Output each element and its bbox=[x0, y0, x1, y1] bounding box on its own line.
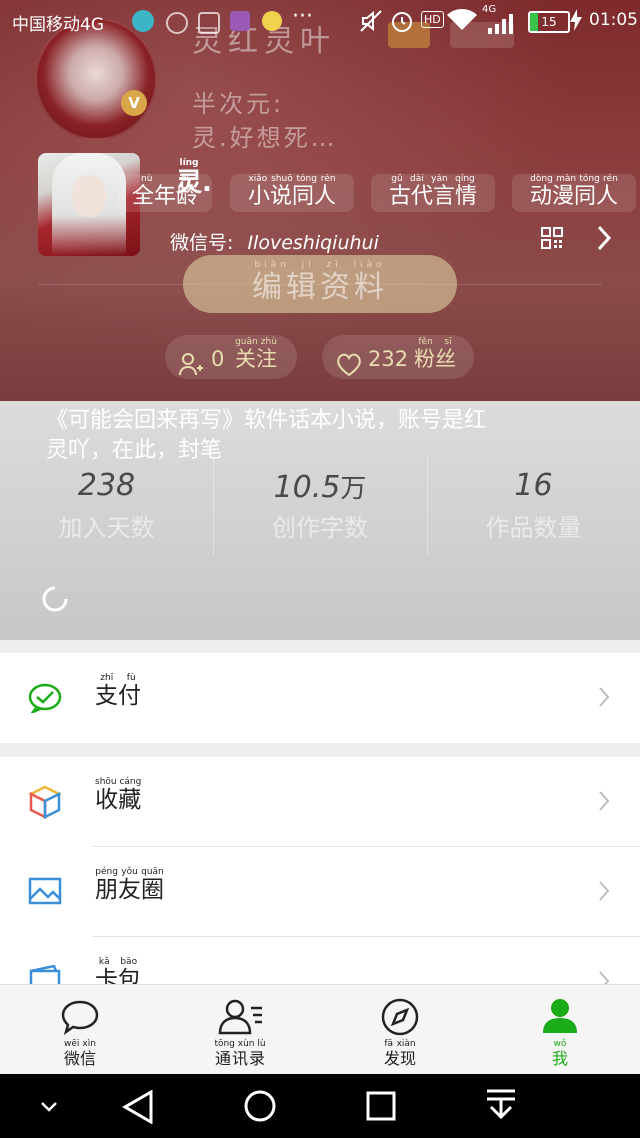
tab-me[interactable]: 我wǒ bbox=[480, 985, 640, 1075]
notice-line2: 灵吖，在此，封笔 bbox=[46, 438, 223, 463]
wifi-icon bbox=[446, 8, 478, 37]
stat-join-days-label: 加入天数 bbox=[58, 514, 155, 542]
fans-button[interactable]: 232 粉丝fěn sī bbox=[322, 335, 474, 379]
heart-icon bbox=[336, 346, 362, 394]
wechat-id-row[interactable]: 微信号: Iloveshiqiuhui bbox=[170, 228, 379, 255]
tab-discover[interactable]: 发现fā xiàn bbox=[320, 985, 480, 1075]
clock: 01:05 bbox=[589, 10, 638, 30]
contacts-icon bbox=[218, 998, 264, 1040]
chat-bubble-icon bbox=[61, 999, 99, 1039]
tab-wechat[interactable]: 微信wēi xìn bbox=[0, 985, 160, 1075]
tag-all-ages[interactable]: 全年龄nù dì bbox=[118, 174, 212, 212]
card-icon bbox=[28, 964, 62, 984]
tab-label-me: 我wǒ bbox=[551, 1039, 568, 1068]
stat-join-days-value: 238 bbox=[77, 468, 136, 503]
menu-label-pay: 支付zhī fù bbox=[95, 673, 141, 709]
menu-item-cards[interactable]: 卡包kǎ bāo bbox=[0, 937, 640, 984]
more-notifications-icon: ··· bbox=[292, 4, 313, 29]
following-label: 关注guān zhù bbox=[235, 337, 277, 371]
status-bar: 中国移动4G ··· HD 4G 15 01:05 bbox=[0, 0, 640, 46]
moon-app-icon bbox=[132, 10, 154, 32]
signal-icon bbox=[488, 14, 514, 39]
menu-label-cards: 卡包kǎ bāo bbox=[95, 957, 141, 984]
carrier-label: 中国移动4G bbox=[12, 15, 104, 35]
bottom-tab-bar: 微信wēi xìn 通讯录tōng xùn lù 发现fā xiàn 我wǒ bbox=[0, 984, 640, 1075]
stat-works-value: 16 bbox=[514, 468, 553, 503]
person-icon bbox=[541, 998, 579, 1038]
menu-group-pay: 支付zhī fù bbox=[0, 653, 640, 743]
following-button[interactable]: 0 关注guān zhù bbox=[165, 335, 297, 379]
avatar-face bbox=[72, 175, 106, 217]
qr-code-icon[interactable] bbox=[541, 227, 563, 249]
battery-level: 15 bbox=[541, 15, 557, 29]
chevron-down-icon[interactable] bbox=[40, 1098, 58, 1117]
chevron-right-icon bbox=[598, 969, 610, 984]
tab-label-contacts: 通讯录tōng xùn lù bbox=[214, 1039, 266, 1068]
loading-spinner-icon bbox=[42, 586, 68, 616]
tab-contacts[interactable]: 通讯录tōng xùn lù bbox=[160, 985, 320, 1075]
menu-group-main: 收藏shōu cáng 朋友圈péng yǒu quān 卡包kǎ bāo bbox=[0, 757, 640, 984]
fans-count: 232 bbox=[368, 347, 409, 371]
compass-icon bbox=[381, 998, 419, 1040]
bug-icon bbox=[198, 12, 220, 34]
chevron-right-icon[interactable] bbox=[596, 224, 612, 256]
app-notification-icon bbox=[262, 11, 282, 31]
home-icon[interactable] bbox=[243, 1089, 277, 1127]
chevron-right-icon bbox=[598, 879, 610, 909]
recent-apps-icon[interactable] bbox=[366, 1091, 396, 1125]
notice-text: 《可能会回来再写》软件话本小说，账号是红 灵吖，在此，封笔 bbox=[46, 406, 606, 466]
fans-label: 粉丝fěn sī bbox=[414, 337, 456, 371]
mute-icon bbox=[360, 9, 382, 38]
wechat-id-label: 微信号: bbox=[170, 232, 234, 254]
gallery-icon bbox=[230, 11, 250, 31]
menu-item-moments[interactable]: 朋友圈péng yǒu quān bbox=[0, 847, 640, 937]
menu-label-favorites: 收藏shōu cáng bbox=[95, 777, 142, 813]
tag-novel-fanfic[interactable]: 小说同人xiǎo shuō tóng rén bbox=[230, 174, 354, 212]
verified-badge-icon: V bbox=[121, 90, 147, 116]
stat-works-label: 作品数量 bbox=[485, 514, 582, 542]
hd-icon: HD bbox=[421, 11, 444, 28]
tag-anime-fanfic[interactable]: 动漫同人dòng màn tóng rén bbox=[512, 174, 636, 212]
wechat-id-value: Iloveshiqiuhui bbox=[247, 232, 379, 254]
stat-word-count: 10.5万 bbox=[273, 470, 367, 505]
tab-label-discover: 发现fā xiàn bbox=[383, 1039, 416, 1068]
menu-item-favorites[interactable]: 收藏shōu cáng bbox=[0, 757, 640, 847]
tab-label-wechat: 微信wēi xìn bbox=[63, 1039, 96, 1068]
stat-word-count-label: 创作字数 bbox=[272, 514, 368, 542]
wallet-check-icon bbox=[28, 683, 62, 717]
menu-item-pay[interactable]: 支付zhī fù bbox=[0, 653, 640, 743]
image-icon bbox=[28, 877, 62, 909]
system-nav-bar bbox=[0, 1074, 640, 1138]
battery-icon: 15 bbox=[528, 11, 570, 33]
tag-ancient-romance[interactable]: 古代言情gǔ dài yán qíng bbox=[371, 174, 495, 212]
notice-line1: 《可能会回来再写》软件话本小说，账号是红 bbox=[46, 408, 487, 433]
background-bio-line2: 灵.好想死… bbox=[192, 124, 338, 152]
alarm-icon bbox=[390, 9, 414, 38]
notification-pull-icon[interactable] bbox=[485, 1088, 517, 1128]
profile-header: V 灵红灵叶 半次元: 灵.好想死… 灵líng. 全年龄nù dì 小说同人x… bbox=[0, 0, 640, 401]
cube-icon bbox=[28, 785, 62, 823]
chevron-right-icon bbox=[598, 789, 610, 819]
sync-icon bbox=[166, 12, 188, 34]
menu-label-moments: 朋友圈péng yǒu quān bbox=[95, 867, 164, 903]
add-user-icon bbox=[179, 345, 203, 393]
chevron-right-icon bbox=[598, 685, 610, 715]
edit-profile-button[interactable]: 编辑资料biān jí zī liào bbox=[183, 255, 457, 313]
background-bio-line1: 半次元: bbox=[192, 90, 285, 118]
charging-icon bbox=[570, 9, 582, 36]
back-icon[interactable] bbox=[121, 1089, 154, 1128]
following-count: 0 bbox=[211, 347, 225, 371]
